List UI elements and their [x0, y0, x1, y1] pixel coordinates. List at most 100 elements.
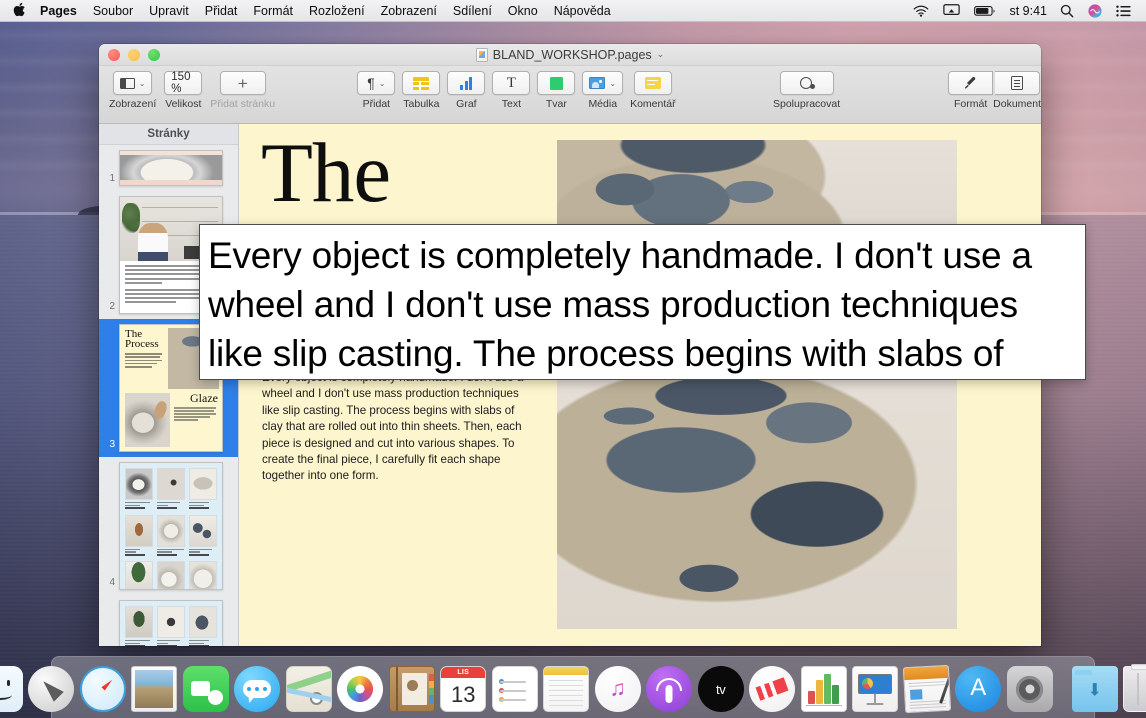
dock-item-apple-tv[interactable]: tv: [698, 666, 744, 712]
menu-item-pridat[interactable]: Přidat: [197, 0, 246, 22]
format-brush-icon: [963, 76, 978, 91]
dock-item-news[interactable]: [749, 666, 795, 712]
toolbar-table-label: Tabulka: [403, 98, 439, 110]
menu-item-okno[interactable]: Okno: [500, 0, 546, 22]
menu-bar: Pages Soubor Upravit Přidat Formát Rozlo…: [0, 0, 1146, 22]
apple-menu-icon[interactable]: [8, 2, 30, 19]
zoom-value[interactable]: 150 %: [164, 71, 202, 95]
dock-item-photos[interactable]: [337, 666, 383, 712]
reminder-line: [500, 681, 526, 683]
menu-item-rozlozeni[interactable]: Rozložení: [301, 0, 373, 22]
toolbar-add-page-button[interactable]: + Přidat stránku: [210, 66, 275, 110]
menu-item-upravit[interactable]: Upravit: [141, 0, 197, 22]
collaborate-icon: [799, 76, 815, 90]
toolbar-table-button[interactable]: Tabulka: [402, 66, 440, 110]
add-page-button-face[interactable]: +: [220, 71, 266, 95]
toolbar-text-button[interactable]: T Text: [492, 66, 530, 110]
siri-icon[interactable]: [1081, 4, 1109, 18]
thumbnail-image[interactable]: [119, 600, 223, 646]
dock-item-trash[interactable]: [1123, 666, 1146, 712]
menu-item-soubor[interactable]: Soubor: [85, 0, 141, 22]
dock-item-keynote[interactable]: [852, 666, 898, 712]
toolbar-shape-label: Tvar: [546, 98, 567, 110]
toolbar-zoom-button[interactable]: 150 % Velikost: [164, 66, 202, 110]
toolbar-document-button[interactable]: Dokument: [993, 66, 1041, 110]
reminder-line: [500, 690, 526, 692]
paragraph-icon: ¶: [367, 76, 375, 90]
toolbar-collaborate-button[interactable]: Spolupracovat: [773, 66, 840, 110]
dock-item-safari[interactable]: [80, 666, 126, 712]
dock-item-system-preferences[interactable]: [1007, 666, 1053, 712]
toolbar-shape-button[interactable]: Tvar: [537, 66, 575, 110]
dock-item-podcasts[interactable]: [646, 666, 692, 712]
toolbar-media-label: Média: [588, 98, 617, 110]
battery-icon[interactable]: [967, 5, 1003, 17]
chart-button-face[interactable]: [447, 71, 485, 95]
dock-item-pages[interactable]: [903, 665, 951, 713]
view-button-face[interactable]: ⌄: [113, 71, 153, 95]
menu-item-sdileni[interactable]: Sdílení: [445, 0, 500, 22]
toolbar-left-group: ⌄ Zobrazení 150 % Velikost + Přidat strá…: [99, 66, 275, 110]
dock-item-contacts[interactable]: [389, 666, 435, 712]
dock-item-app-store[interactable]: A: [955, 666, 1001, 712]
menu-item-napoveda[interactable]: Nápověda: [546, 0, 619, 22]
dock-item-maps[interactable]: [286, 666, 332, 712]
table-button-face[interactable]: [402, 71, 440, 95]
chevron-down-icon: ⌄: [139, 79, 146, 88]
toolbar-media-button[interactable]: ⌄ Média: [582, 66, 623, 110]
insert-button-face[interactable]: ¶ ⌄: [357, 71, 395, 95]
dock-item-numbers[interactable]: [801, 666, 847, 712]
thumbnail-list[interactable]: 1 2: [99, 145, 238, 646]
toolbar-zoom-label: Velikost: [165, 98, 201, 110]
toolbar-chart-button[interactable]: Graf: [447, 66, 485, 110]
media-button-face[interactable]: ⌄: [582, 71, 623, 95]
control-center-icon[interactable]: [1109, 5, 1138, 17]
thumb3-heading-col: TheProcess: [120, 325, 168, 389]
document-button-face[interactable]: [995, 71, 1040, 95]
toolbar-format-button[interactable]: Formát: [948, 66, 993, 110]
thumbnail-image[interactable]: [119, 150, 223, 186]
text-button-face[interactable]: T: [492, 71, 530, 95]
menu-bar-clock[interactable]: st 9:41: [1003, 0, 1053, 22]
dock-item-finder[interactable]: [0, 666, 23, 712]
thumb3-glaze-col: Glaze: [174, 393, 219, 447]
toolbar-comment-button[interactable]: Komentář: [630, 66, 676, 110]
dock-item-mail[interactable]: [131, 666, 177, 712]
comment-button-face[interactable]: [634, 71, 672, 95]
screen-mirroring-icon[interactable]: [936, 4, 967, 17]
shelf-shape: [142, 207, 218, 208]
title-chevron-down-icon[interactable]: ⌄: [657, 49, 665, 60]
toolbar-view-button[interactable]: ⌄ Zobrazení: [109, 66, 156, 110]
menu-item-zobrazeni[interactable]: Zobrazení: [373, 0, 445, 22]
thumb3-heading: TheProcess: [125, 329, 164, 349]
pages-header-band: [904, 666, 949, 680]
thumbnail-number: 4: [103, 577, 115, 590]
thumbnail-page-1[interactable]: 1: [99, 145, 238, 191]
toolbar-insert-button[interactable]: ¶ ⌄ Přidat: [357, 66, 395, 110]
shape-icon: [550, 77, 563, 90]
wifi-icon[interactable]: [906, 5, 936, 17]
menu-item-format[interactable]: Formát: [245, 0, 301, 22]
page-heading-the[interactable]: The: [261, 128, 390, 218]
dock-item-launchpad[interactable]: [28, 666, 74, 712]
document-canvas[interactable]: The Every object is completely handmade.…: [239, 124, 1041, 646]
text-icon: T: [507, 77, 516, 90]
dock-item-music[interactable]: [595, 666, 641, 712]
dock-item-messages[interactable]: [234, 666, 280, 712]
spotlight-search-icon[interactable]: [1053, 4, 1081, 18]
thumbnail-page-5[interactable]: 5: [99, 595, 238, 646]
document-page[interactable]: The Every object is completely handmade.…: [239, 124, 1041, 646]
format-button-face[interactable]: [948, 71, 993, 95]
thumbnail-image[interactable]: [119, 462, 223, 590]
dock-item-downloads-folder[interactable]: ⬇: [1072, 666, 1118, 712]
collaborate-button-face[interactable]: [780, 71, 834, 95]
dock-item-reminders[interactable]: [492, 666, 538, 712]
dock-item-calendar[interactable]: LIS 13: [440, 666, 486, 712]
dock-item-notes[interactable]: [543, 666, 589, 712]
window-titlebar[interactable]: BLAND_WORKSHOP.pages ⌄: [99, 44, 1041, 66]
thumbnail-page-4[interactable]: 4: [99, 457, 238, 595]
document-body-text[interactable]: Every object is completely handmade. I d…: [262, 370, 524, 485]
dock-item-facetime[interactable]: [183, 666, 229, 712]
shape-button-face[interactable]: [537, 71, 575, 95]
menu-item-pages[interactable]: Pages: [32, 0, 85, 22]
